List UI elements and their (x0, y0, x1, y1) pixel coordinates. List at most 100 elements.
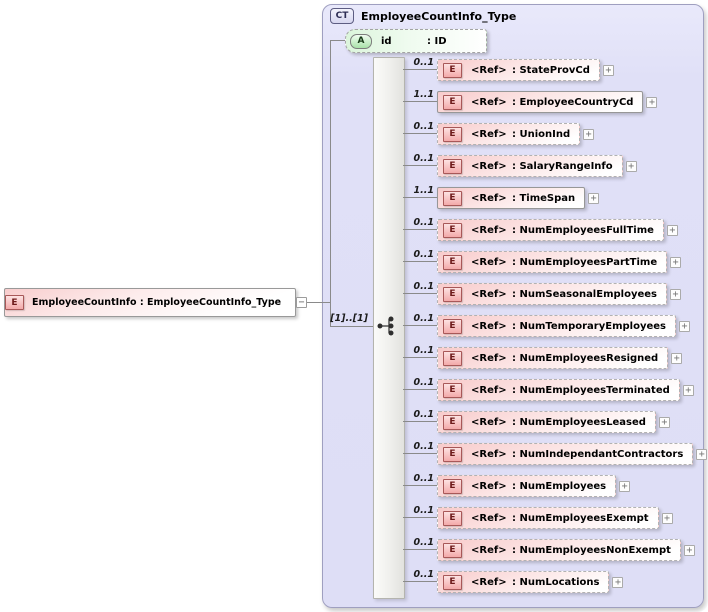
row-connector-line (403, 133, 437, 134)
expand-toggle[interactable]: + (602, 64, 614, 76)
element-badge-icon: E (443, 62, 462, 78)
sequence-connector-line (330, 326, 373, 327)
collapse-toggle[interactable]: − (296, 297, 307, 308)
element-badge-icon: E (443, 158, 462, 174)
element-type-label: : NumEmployeesResigned (512, 352, 659, 364)
element-type-label: : NumEmployees (512, 480, 607, 492)
attribute-name: id (381, 35, 392, 47)
element-ref-label: <Ref> (471, 192, 507, 204)
cardinality-label: 0..1 (413, 441, 434, 452)
cardinality-label: 0..1 (413, 345, 434, 356)
expand-toggle[interactable]: + (612, 576, 624, 588)
child-element-box[interactable]: E <Ref>: NumEmployeesResigned (437, 347, 669, 369)
element-type-label: : NumEmployeesFullTime (512, 224, 654, 236)
expand-toggle[interactable]: + (619, 480, 631, 492)
child-element-box[interactable]: E <Ref>: UnionInd (437, 123, 581, 145)
cardinality-label: 0..1 (413, 217, 434, 228)
expand-toggle[interactable]: + (646, 96, 658, 108)
child-element-row: 0..1 E <Ref>: NumEmployeesNonExempt + (403, 534, 695, 566)
element-badge-icon: E (443, 318, 462, 334)
child-element-row: 0..1 E <Ref>: SalaryRangeInfo + (403, 150, 637, 182)
child-element-row: 0..1 E <Ref>: NumEmployeesPartTime + (403, 246, 682, 278)
row-connector-line (403, 485, 437, 486)
cardinality-label: 0..1 (413, 569, 434, 580)
element-type-label: : NumIndependantContractors (512, 448, 684, 460)
expand-toggle[interactable]: + (682, 384, 694, 396)
expand-toggle[interactable]: + (683, 544, 695, 556)
row-connector-line (403, 165, 437, 166)
child-element-box[interactable]: E <Ref>: NumEmployeesExempt (437, 507, 659, 529)
element-badge-icon: E (443, 286, 462, 302)
child-element-box[interactable]: E <Ref>: EmployeeCountryCd (437, 91, 644, 113)
element-ref-label: <Ref> (471, 384, 507, 396)
row-connector-line (403, 581, 437, 582)
cardinality-label: 0..1 (413, 409, 434, 420)
expand-toggle[interactable]: + (658, 416, 670, 428)
cardinality-label: 0..1 (413, 121, 434, 132)
element-ref-label: <Ref> (471, 448, 507, 460)
expand-toggle[interactable]: + (583, 128, 595, 140)
cardinality-label: 0..1 (413, 473, 434, 484)
row-connector-line (403, 357, 437, 358)
child-element-box[interactable]: E <Ref>: NumSeasonalEmployees (437, 283, 667, 305)
expand-toggle[interactable]: + (666, 224, 678, 236)
element-badge-icon: E (443, 382, 462, 398)
element-type-label: : NumTemporaryEmployees (512, 320, 666, 332)
row-connector-line (403, 549, 437, 550)
element-badge-icon: E (443, 414, 462, 430)
child-element-row: 0..1 E <Ref>: UnionInd + (403, 118, 595, 150)
element-type-label: : TimeSpan (512, 192, 576, 204)
element-ref-label: <Ref> (471, 544, 507, 556)
element-type-label: : SalaryRangeInfo (512, 160, 613, 172)
expand-toggle[interactable]: + (678, 320, 690, 332)
child-element-box[interactable]: E <Ref>: StateProvCd (437, 59, 600, 81)
row-connector-line (403, 69, 437, 70)
element-ref-label: <Ref> (471, 512, 507, 524)
child-element-row: 0..1 E <Ref>: NumSeasonalEmployees + (403, 278, 681, 310)
element-ref-label: <Ref> (471, 96, 507, 108)
child-element-row: 0..1 E <Ref>: NumEmployeesLeased + (403, 406, 670, 438)
child-element-box[interactable]: E <Ref>: NumEmployeesPartTime (437, 251, 668, 273)
child-element-box[interactable]: E <Ref> : SalaryRangeInfo (437, 155, 623, 177)
row-connector-line (403, 389, 437, 390)
child-element-row: 0..1 E <Ref>: NumIndependantContractors + (403, 438, 708, 470)
cardinality-label: 0..1 (413, 505, 434, 516)
child-element-box[interactable]: E <Ref>: NumEmployeesFullTime (437, 219, 664, 241)
child-element-box[interactable]: E <Ref>: NumEmployeesLeased (437, 411, 656, 433)
child-element-box[interactable]: E <Ref>: NumLocations (437, 571, 610, 593)
expand-toggle[interactable]: + (661, 512, 673, 524)
child-element-box[interactable]: E <Ref>: NumIndependantContractors (437, 443, 694, 465)
element-badge-icon: E (5, 295, 24, 310)
element-ref-label: <Ref> (471, 256, 507, 268)
attribute-box-id[interactable]: A id : ID (345, 29, 487, 53)
row-connector-line (403, 197, 437, 198)
expand-toggle[interactable]: + (625, 160, 637, 172)
child-element-row: 0..1 E <Ref>: NumEmployeesFullTime + (403, 214, 678, 246)
child-element-row: 0..1 E <Ref>: NumLocations + (403, 566, 624, 598)
expand-toggle[interactable]: + (669, 288, 681, 300)
expand-toggle[interactable]: + (670, 256, 682, 268)
sequence-cardinality-label: [1]..[1] (330, 313, 368, 324)
element-badge-icon: E (443, 478, 462, 494)
complex-type-header: CT EmployeeCountInfo_Type (330, 8, 516, 24)
element-ref-label: <Ref> (471, 160, 507, 172)
child-element-box[interactable]: E <Ref>: NumEmployeesTerminated (437, 379, 680, 401)
child-element-box[interactable]: E <Ref>: NumEmployees (437, 475, 617, 497)
child-element-box[interactable]: E <Ref>: NumTemporaryEmployees (437, 315, 676, 337)
cardinality-label: 0..1 (413, 57, 434, 68)
element-badge-icon: E (443, 510, 462, 526)
attribute-type: : ID (427, 35, 447, 47)
element-ref-label: <Ref> (471, 128, 507, 140)
row-connector-line (403, 453, 437, 454)
expand-toggle[interactable]: + (588, 192, 600, 204)
expand-toggle[interactable]: + (671, 352, 683, 364)
element-ref-label: <Ref> (471, 288, 507, 300)
cardinality-label: 0..1 (413, 281, 434, 292)
cardinality-label: 1..1 (413, 89, 434, 100)
root-element-box[interactable]: E EmployeeCountInfo : EmployeeCountInfo_… (4, 288, 296, 317)
expand-toggle[interactable]: + (696, 448, 708, 460)
tree-vertical-line (330, 40, 331, 327)
element-badge-icon: E (443, 190, 462, 206)
child-element-box[interactable]: E <Ref> : TimeSpan (437, 187, 586, 209)
child-element-box[interactable]: E <Ref>: NumEmployeesNonExempt (437, 539, 681, 561)
